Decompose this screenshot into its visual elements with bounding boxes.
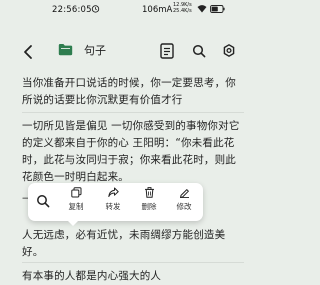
- battery-icon: [210, 5, 225, 13]
- sentence-text: 人无远虑，必有近忧，未雨绸缪方能创造美: [22, 229, 226, 241]
- sentence-text: 时，此花与汝同归于寂；你来看此花时，则此: [22, 154, 236, 166]
- copy-label: 复制: [68, 202, 84, 211]
- share-icon: [107, 187, 119, 197]
- list-item[interactable]: 当你准备开口说话的时候，你一定要思考，你 所说的话要比你沉默更有价值才行: [22, 75, 236, 109]
- pencil-icon: [179, 189, 189, 198]
- list-item[interactable]: 有本事的人都是内心强大的人: [22, 268, 161, 285]
- list-item[interactable]: 一切所见皆是偏见 一切你感受到的事物你对它 的定义都来自于你的心 王阳明：“你未…: [22, 118, 240, 186]
- list-item[interactable]: 人无远虑，必有近忧，未雨绸缪方能创造美 好。: [22, 227, 225, 261]
- popup-pointer: [68, 221, 78, 226]
- status-time: 22:56:05: [52, 5, 92, 15]
- copy-button[interactable]: 复制: [61, 186, 91, 218]
- settings-icon[interactable]: [222, 43, 236, 59]
- status-bar: 22:56:05 106mA 12.9K/s 25.4K/s: [0, 0, 263, 20]
- sentence-text: 有本事的人都是内心强大的人: [22, 270, 162, 282]
- top-toolbar: 句子: [0, 38, 263, 66]
- alarm-icon: [91, 5, 100, 13]
- search-icon[interactable]: [192, 43, 206, 59]
- folder-icon: [58, 44, 73, 56]
- notes-icon[interactable]: [160, 43, 174, 59]
- forward-button[interactable]: 转发: [98, 186, 128, 218]
- edit-button[interactable]: 修改: [169, 186, 199, 218]
- search-icon[interactable]: [36, 194, 50, 208]
- page-title: 句子: [84, 44, 106, 57]
- network-rate: 106mA: [142, 5, 173, 15]
- edit-label: 修改: [176, 202, 192, 211]
- speed-down-text: 25.4K/s: [173, 7, 192, 14]
- trash-icon: [144, 187, 154, 198]
- divider: [22, 112, 244, 113]
- divider: [22, 262, 244, 263]
- forward-label: 转发: [105, 202, 121, 211]
- sentence-text: 所说的话要比你沉默更有价值才行: [22, 94, 183, 106]
- sentence-text: 的定义都来自于你的心 王阳明：“你未看此花: [22, 137, 235, 149]
- sentence-text: 当你准备开口说话的时候，你一定要思考，你: [22, 77, 236, 89]
- wifi-icon: [197, 5, 207, 13]
- sentence-text: 一切所见皆是偏见 一切你感受到的事物你对它: [22, 120, 240, 132]
- network-speed: 12.9K/s 25.4K/s: [173, 2, 192, 14]
- context-menu-popup: 复制 转发 删除 修改: [28, 183, 203, 226]
- delete-button[interactable]: 删除: [134, 186, 164, 218]
- copy-icon: [70, 187, 81, 198]
- delete-label: 删除: [141, 202, 157, 211]
- sentence-text: 好。: [22, 246, 44, 258]
- back-arrow-icon[interactable]: [22, 44, 34, 60]
